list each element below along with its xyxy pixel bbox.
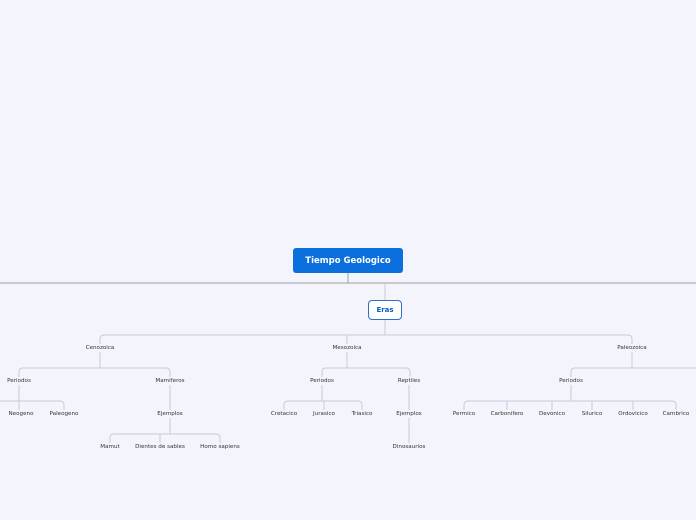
mamiferos-ejemplos[interactable]: Ejemplos <box>157 411 182 417</box>
period-cambrico[interactable]: Cambrico <box>663 411 690 417</box>
period-cretacico[interactable]: Cretacico <box>271 411 297 417</box>
cenozoica-periodos[interactable]: Periodos <box>7 378 31 384</box>
period-silurico[interactable]: Silurico <box>582 411 603 417</box>
main-topic-eras[interactable]: Eras <box>368 300 402 320</box>
period-permico[interactable]: Permico <box>453 411 475 417</box>
root-topic[interactable]: Tiempo Geologico <box>293 248 403 273</box>
paleozoica-periodos[interactable]: Periodos <box>559 378 583 384</box>
period-ordovicico[interactable]: Ordovicico <box>618 411 648 417</box>
era-mesozoica[interactable]: Mesozoica <box>332 345 361 351</box>
mesozoica-reptiles[interactable]: Reptiles <box>398 378 420 384</box>
period-neogeno[interactable]: Neogeno <box>8 411 33 417</box>
cenozoica-mamiferos[interactable]: Mamiferos <box>155 378 184 384</box>
period-triasico[interactable]: Triasico <box>352 411 373 417</box>
period-jurasico[interactable]: Jurasico <box>313 411 335 417</box>
period-paleogeno[interactable]: Paleogeno <box>50 411 79 417</box>
example-dientes-de-sables[interactable]: Dientes de sables <box>135 444 185 450</box>
example-mamut[interactable]: Mamut <box>100 444 119 450</box>
era-cenozoica[interactable]: Cenozoica <box>86 345 115 351</box>
example-homo-sapiens[interactable]: Homo sapiens <box>200 444 240 450</box>
reptiles-ejemplos[interactable]: Ejemplos <box>396 411 421 417</box>
example-dinosaurios[interactable]: Dinosaurios <box>393 444 426 450</box>
era-paleozoica[interactable]: Paleozoica <box>617 345 646 351</box>
mesozoica-periodos[interactable]: Periodos <box>310 378 334 384</box>
period-carbonifero[interactable]: Carbonifero <box>491 411 524 417</box>
period-devonico[interactable]: Devonico <box>539 411 565 417</box>
